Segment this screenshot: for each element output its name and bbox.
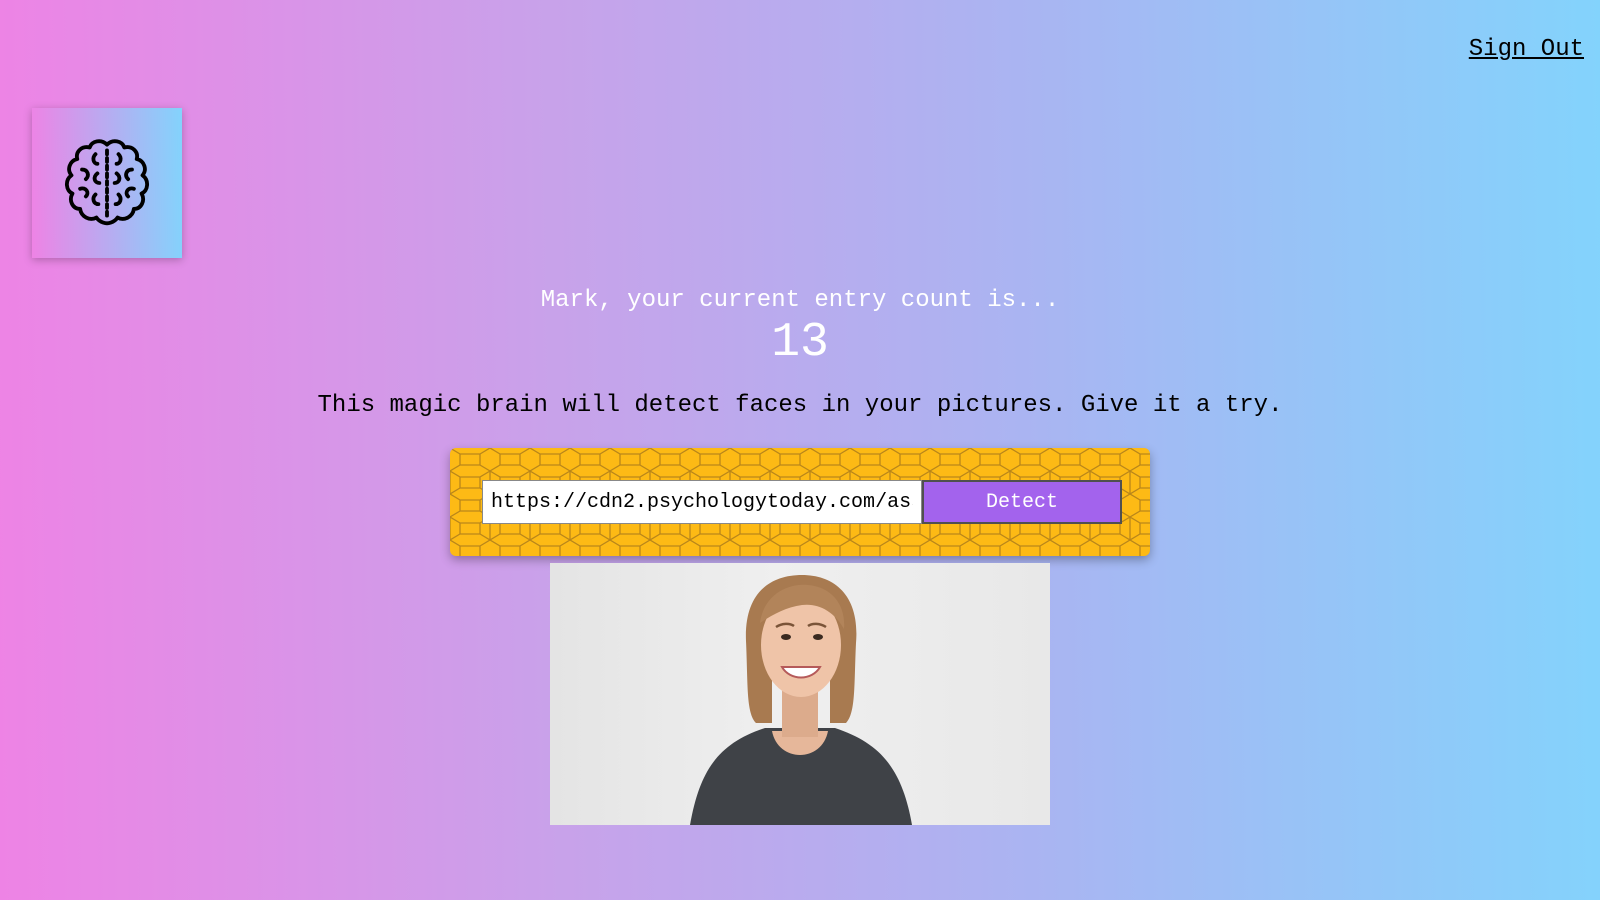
brain-icon — [65, 139, 149, 226]
entry-count-value: 13 — [771, 316, 829, 370]
detect-button[interactable]: Detect — [922, 480, 1122, 524]
image-url-input[interactable] — [482, 480, 922, 524]
entry-count-message: Mark, your current entry count is... — [540, 287, 1060, 314]
face-detection-image — [550, 563, 1050, 825]
app-description: This magic brain will detect faces in yo… — [317, 392, 1283, 419]
smiling-woman-photo — [690, 575, 912, 825]
sign-out-link[interactable]: Sign Out — [1469, 36, 1584, 63]
image-link-form: Detect — [450, 448, 1150, 556]
entry-rank: Mark, your current entry count is... 13 — [0, 286, 1600, 370]
logo-tile[interactable] — [32, 108, 182, 258]
top-nav: Sign Out — [1469, 36, 1584, 63]
